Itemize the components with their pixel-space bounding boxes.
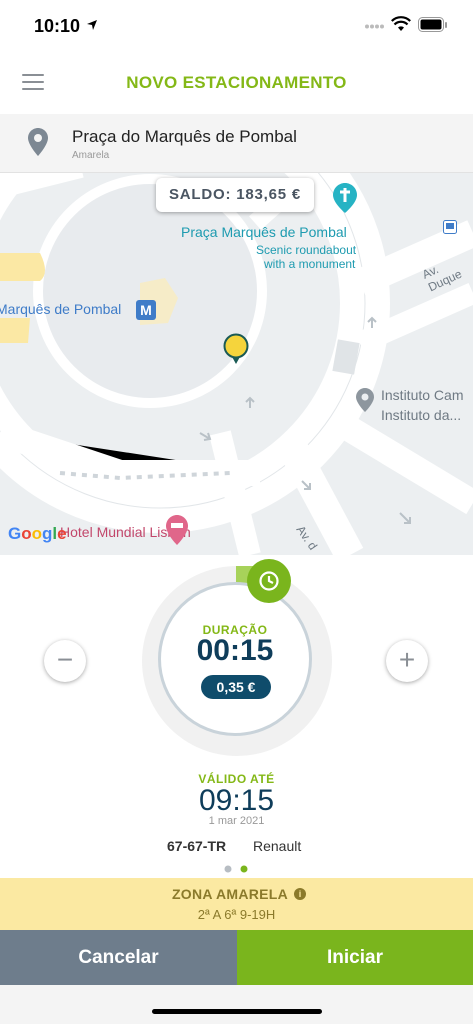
status-time: 10:10 bbox=[34, 16, 81, 36]
map-label-square: Praça Marquês de Pombal bbox=[181, 224, 347, 240]
location-zone: Amarela bbox=[72, 150, 110, 161]
vehicle-brand[interactable]: Renault bbox=[253, 838, 301, 854]
price-badge: 0,35 € bbox=[201, 675, 271, 699]
clock-handle-button[interactable] bbox=[247, 559, 291, 603]
zone-hours: 2ª A 6ª 9-19H bbox=[197, 907, 276, 922]
map-label-desc2: with a monument bbox=[264, 257, 356, 271]
parking-location-marker-icon[interactable] bbox=[223, 333, 249, 365]
map-view[interactable]: Praça Marquês de Pombal Scenic roundabou… bbox=[0, 173, 473, 555]
bus-stop-icon bbox=[443, 220, 457, 234]
page-title: NOVO ESTACIONAMENTO bbox=[126, 73, 347, 92]
map-label-institute2: Instituto da... bbox=[381, 407, 462, 423]
duration-value: 00:15 bbox=[196, 634, 274, 667]
home-indicator[interactable] bbox=[152, 1009, 322, 1014]
cancel-button[interactable]: Cancelar bbox=[0, 930, 237, 985]
google-logo: Google bbox=[8, 524, 67, 543]
zone-title: ZONA AMARELA bbox=[171, 886, 289, 902]
location-name: Praça do Marquês de Pombal bbox=[72, 127, 297, 146]
institute-marker-icon[interactable] bbox=[356, 388, 374, 412]
start-button[interactable]: Iniciar bbox=[237, 930, 473, 985]
map-label-institute1: Instituto Cam bbox=[381, 387, 464, 403]
map-pin-icon bbox=[28, 128, 48, 156]
metro-station-icon[interactable]: M bbox=[136, 300, 156, 320]
balance-badge: SALDO: 183,65 € bbox=[156, 178, 314, 212]
map-label-desc1: Scenic roundabout bbox=[256, 243, 357, 257]
vehicle-plate[interactable]: 67-67-TR bbox=[167, 838, 226, 854]
valid-until-time: 09:15 bbox=[198, 784, 275, 817]
wifi-icon bbox=[391, 16, 411, 31]
location-arrow-icon bbox=[87, 20, 97, 30]
battery-icon bbox=[418, 17, 447, 32]
map-label-metro: Marquês de Pombal bbox=[0, 301, 122, 317]
monument-marker-icon[interactable] bbox=[333, 183, 357, 213]
signal-dots-icon bbox=[365, 24, 384, 29]
page-indicator[interactable] bbox=[224, 865, 250, 873]
home-area bbox=[0, 985, 473, 1024]
valid-until-date: 1 mar 2021 bbox=[208, 815, 265, 827]
increase-duration-button[interactable]: + bbox=[386, 640, 428, 682]
clock-icon bbox=[259, 571, 279, 591]
info-icon[interactable]: i bbox=[294, 888, 306, 900]
decrease-duration-button[interactable]: − bbox=[44, 640, 86, 682]
hotel-marker-icon[interactable] bbox=[166, 515, 188, 545]
